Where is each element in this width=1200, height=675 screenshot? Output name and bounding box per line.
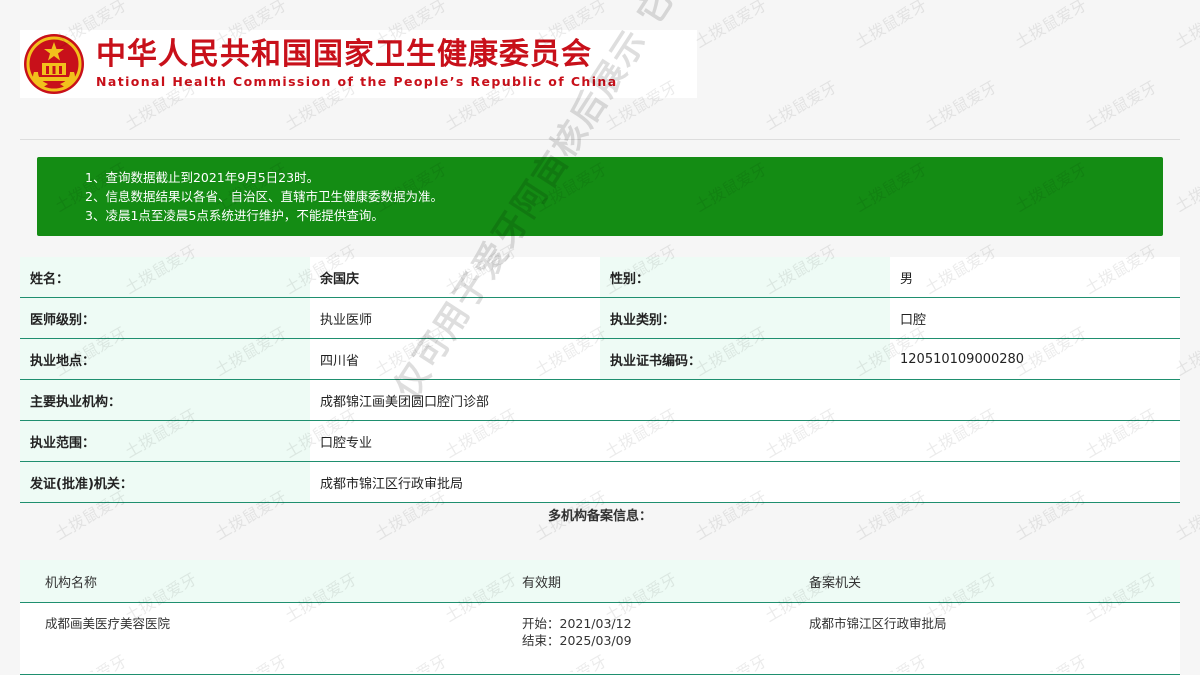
watermark-tile: 土拨鼠爱牙	[761, 77, 841, 134]
notice-box: 1、查询数据截止到2021年9月5日23时。 2、信息数据结果以各省、自治区、直…	[37, 157, 1163, 236]
info-row-location: 执业地点： 四川省 执业证书编码： 120510109000280	[20, 338, 1180, 380]
multi-institution-table: 机构名称 有效期 备案机关 成都画美医疗美容医院 开始：2021/03/12 结…	[20, 560, 1180, 675]
institution-value: 成都锦江画美团圆口腔门诊部	[310, 379, 1180, 421]
info-row-institution: 主要执业机构： 成都锦江画美团圆口腔门诊部	[20, 379, 1180, 421]
institution-name-cell: 成都画美医疗美容医院	[20, 602, 521, 675]
site-subtitle: National Health Commission of the People…	[96, 74, 618, 89]
watermark-tile: 土拨鼠爱牙	[851, 0, 931, 52]
name-value: 余国庆	[310, 257, 600, 298]
issuer-value: 成都市锦江区行政审批局	[310, 461, 1180, 503]
site-header: 中华人民共和国国家卫生健康委员会 National Health Commiss…	[20, 30, 697, 98]
cert-value: 120510109000280	[890, 338, 1180, 380]
info-row-name: 姓名： 余国庆 性别： 男	[20, 257, 1180, 298]
doctor-info-table: 姓名： 余国庆 性别： 男 医师级别： 执业医师 执业类别： 口腔 执业地点： …	[20, 257, 1180, 503]
column-header-validity: 有效期	[521, 560, 808, 603]
institution-label: 主要执业机构：	[20, 379, 310, 421]
watermark-tile: 土拨鼠爱牙	[691, 0, 771, 52]
category-label: 执业类别：	[600, 297, 890, 339]
multi-institution-title: 多机构备案信息：	[547, 509, 652, 524]
column-header-authority: 备案机关	[808, 560, 1180, 603]
watermark-tile: 土拨鼠爱牙	[1171, 159, 1200, 216]
location-value: 四川省	[310, 338, 600, 380]
cert-label: 执业证书编码：	[600, 338, 890, 380]
watermark-tile: 土拨鼠爱牙	[921, 77, 1001, 134]
notice-item: 2、信息数据结果以各省、自治区、直辖市卫生健康委数据为准。	[85, 189, 443, 204]
level-value: 执业医师	[310, 297, 600, 339]
validity-end: 结束：2025/03/09	[522, 633, 632, 648]
info-row-level: 医师级别： 执业医师 执业类别： 口腔	[20, 297, 1180, 339]
name-label: 姓名：	[20, 257, 310, 298]
gender-value: 男	[890, 257, 1180, 298]
header-divider	[20, 139, 1180, 140]
info-row-issuer: 发证(批准)机关： 成都市锦江区行政审批局	[20, 461, 1180, 503]
notice-item: 3、凌晨1点至凌晨5点系统进行维护，不能提供查询。	[85, 208, 384, 223]
column-header-name: 机构名称	[20, 560, 521, 603]
national-emblem-icon	[24, 34, 84, 94]
site-title: 中华人民共和国国家卫生健康委员会	[96, 37, 592, 72]
watermark-tile: 土拨鼠爱牙	[1011, 0, 1091, 52]
scope-value: 口腔专业	[310, 420, 1180, 462]
notice-item: 1、查询数据截止到2021年9月5日23时。	[85, 170, 320, 185]
info-row-scope: 执业范围： 口腔专业	[20, 420, 1180, 462]
category-value: 口腔	[890, 297, 1180, 339]
watermark-tile: 土拨鼠爱牙	[1171, 0, 1200, 52]
table-header-row: 机构名称 有效期 备案机关	[20, 560, 1180, 603]
issuer-label: 发证(批准)机关：	[20, 461, 310, 503]
scope-label: 执业范围：	[20, 420, 310, 462]
authority-cell: 成都市锦江区行政审批局	[808, 602, 1180, 675]
validity-start: 开始：2021/03/12	[522, 616, 632, 631]
table-row: 成都画美医疗美容医院 开始：2021/03/12 结束：2025/03/09 成…	[20, 602, 1180, 675]
level-label: 医师级别：	[20, 297, 310, 339]
validity-cell: 开始：2021/03/12 结束：2025/03/09	[521, 602, 808, 675]
location-label: 执业地点：	[20, 338, 310, 380]
gender-label: 性别：	[600, 257, 890, 298]
watermark-tile: 土拨鼠爱牙	[1081, 77, 1161, 134]
